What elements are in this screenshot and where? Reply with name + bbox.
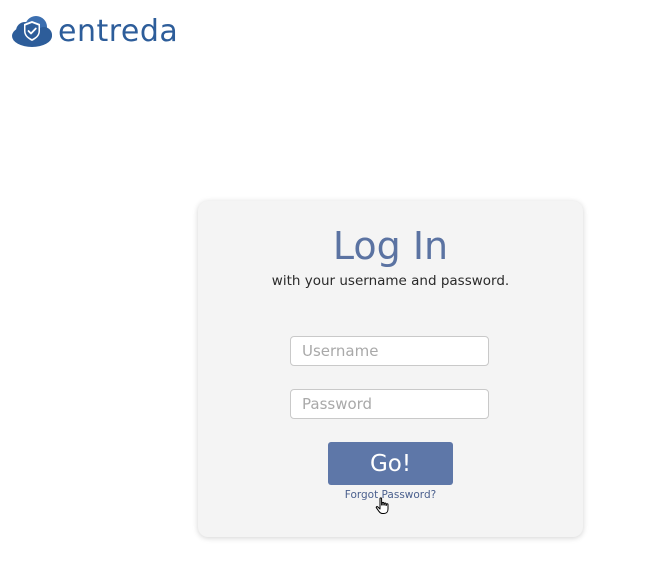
login-card: Log In with your username and password. … (198, 201, 583, 537)
cloud-shield-icon (12, 16, 52, 47)
login-title: Log In (332, 224, 449, 268)
hand-pointer-icon (375, 497, 389, 514)
page: entreda Log In with your username and pa… (0, 0, 669, 575)
password-input[interactable] (290, 389, 489, 419)
submit-button[interactable]: Go! (328, 442, 453, 485)
brand-name: entreda (58, 14, 179, 49)
username-input[interactable] (290, 336, 489, 366)
brand-logo[interactable]: entreda (10, 14, 178, 50)
login-subtitle: with your username and password. (271, 273, 510, 289)
